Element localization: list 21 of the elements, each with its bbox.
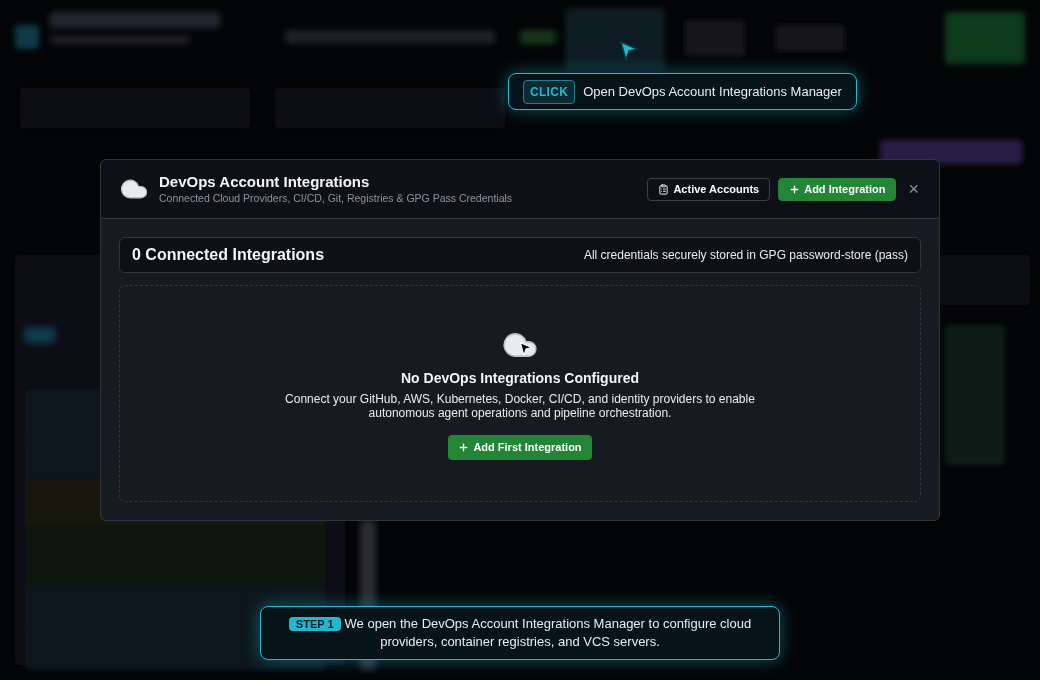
hint-text: Open DevOps Account Integrations Manager (583, 82, 842, 101)
pointer-cursor-icon (619, 40, 639, 62)
empty-description: Connect your GitHub, AWS, Kubernetes, Docker, CI/CD, and identity providers to enable autonomous agent operations and pipeline orchestration. (284, 392, 756, 420)
empty-title: No DevOps Integrations Configured (401, 369, 639, 388)
blurred-panel (15, 25, 39, 49)
dialog-title: DevOps Account Integrations (159, 173, 371, 191)
step-text: STEP 1 We open the DevOps Account Integrations Manager to configure cloud providers, container registries, and VCS servers. (281, 615, 759, 651)
integration-count: 0 Connected Integrations (132, 245, 325, 265)
close-button[interactable]: × (906, 180, 921, 198)
dialog-subtitle: Connected Cloud Providers, CI/CD, Git, Registries & GPG Pass Credentials (159, 191, 513, 205)
plus-icon (458, 442, 470, 453)
add-first-integration-button[interactable]: Add First Integration (448, 435, 592, 460)
clipboard-icon (658, 183, 670, 195)
plus-icon (789, 183, 801, 195)
mouse-cursor-icon (519, 340, 533, 358)
blurred-panel (520, 30, 556, 44)
active-accounts-button[interactable]: Active Accounts (647, 177, 771, 201)
action-badge: CLICK (523, 79, 576, 104)
storage-note: All credentials securely stored in GPG password-store (pass) (583, 247, 908, 264)
add-integration-button[interactable]: Add Integration (778, 177, 897, 201)
blurred-panel (25, 328, 55, 342)
